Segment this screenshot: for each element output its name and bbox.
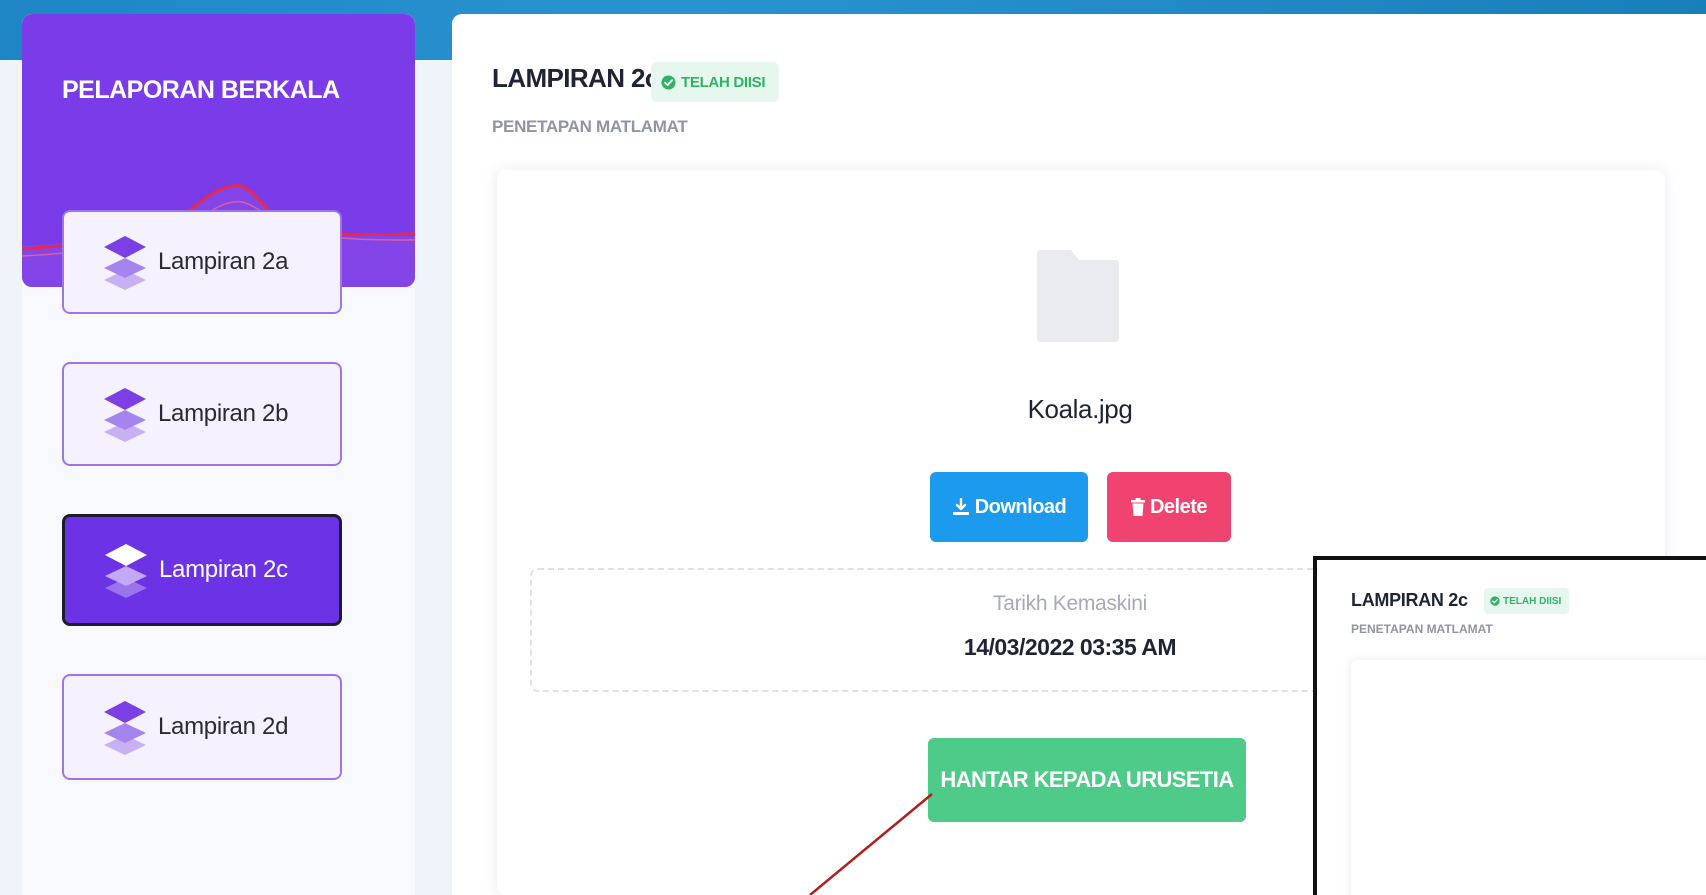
sidebar-item-label: Lampiran 2c xyxy=(159,556,288,583)
page-title: LAMPIRAN 2c xyxy=(492,63,659,93)
zoom-inset: LAMPIRAN 2c TELAH DIISI PENETAPAN MATLAM… xyxy=(1313,556,1706,895)
sidebar-item-lampiran-2a[interactable]: Lampiran 2a xyxy=(62,210,342,314)
sidebar-item-lampiran-2c[interactable]: Lampiran 2c xyxy=(62,514,342,626)
status-badge: TELAH DIISI xyxy=(651,62,780,102)
layers-icon xyxy=(104,388,146,442)
submit-button-label: HANTAR KEPADA URUSETIA xyxy=(940,767,1234,792)
sidebar-title: PELAPORAN BERKALA xyxy=(62,76,340,104)
layers-icon xyxy=(105,544,147,598)
check-circle-icon xyxy=(1490,596,1500,606)
trash-icon xyxy=(1130,498,1145,516)
last-updated-value: 14/03/2022 03:35 AM xyxy=(963,634,1177,660)
check-circle-icon xyxy=(661,74,676,90)
sidebar-item-label: Lampiran 2a xyxy=(158,248,289,275)
inset-subtitle: PENETAPAN MATLAMAT xyxy=(1351,622,1493,636)
file-name: Koala.jpg xyxy=(1027,394,1133,424)
sidebar-item-label: Lampiran 2b xyxy=(158,400,289,427)
download-button-label: Download xyxy=(974,495,1067,518)
layers-icon xyxy=(104,236,146,290)
inset-title: LAMPIRAN 2c xyxy=(1351,590,1468,610)
inset-status-badge: TELAH DIISI xyxy=(1484,588,1570,614)
layers-icon xyxy=(104,701,146,755)
download-button[interactable]: Download xyxy=(930,472,1088,542)
last-updated-label: Tarikh Kemaskini xyxy=(993,592,1147,615)
submit-to-secretariat-button[interactable]: HANTAR KEPADA URUSETIA xyxy=(928,738,1246,822)
download-icon xyxy=(952,498,969,515)
page-subtitle: PENETAPAN MATLAMAT xyxy=(492,117,688,136)
folder-icon xyxy=(1037,250,1119,342)
sidebar-item-lampiran-2b[interactable]: Lampiran 2b xyxy=(62,362,342,466)
sidebar-item-label: Lampiran 2d xyxy=(158,713,289,740)
delete-button[interactable]: Delete xyxy=(1107,472,1231,542)
sidebar-item-lampiran-2d[interactable]: Lampiran 2d xyxy=(62,674,342,780)
inset-file-panel xyxy=(1351,660,1706,895)
delete-button-label: Delete xyxy=(1149,495,1208,518)
inset-status-badge-label: TELAH DIISI xyxy=(1503,595,1562,607)
status-badge-label: TELAH DIISI xyxy=(681,73,766,91)
